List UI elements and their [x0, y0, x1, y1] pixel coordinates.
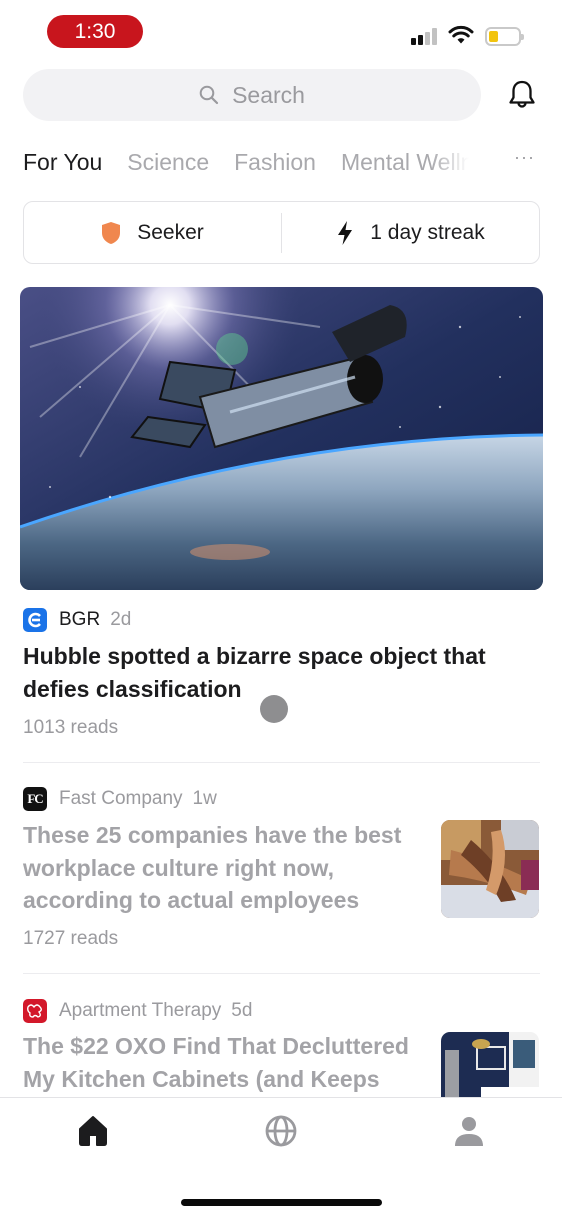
- streak-stat[interactable]: 1 day streak: [282, 202, 539, 263]
- fast-company-logo-icon: FC: [23, 787, 47, 811]
- category-tabs: For You Science Fashion Mental Wellness: [23, 143, 543, 181]
- rank-stat[interactable]: Seeker: [24, 202, 281, 263]
- headline-line: These 25 companies have the best: [23, 822, 402, 848]
- article-divider: [23, 762, 540, 763]
- home-icon[interactable]: [76, 1114, 110, 1148]
- shield-icon: [102, 221, 121, 244]
- tab-mental-wellness[interactable]: Mental Wellness: [341, 149, 469, 176]
- headline-line: defies classification: [23, 675, 242, 702]
- home-indicator[interactable]: [181, 1199, 382, 1206]
- article-hero-image[interactable]: [20, 287, 543, 590]
- more-tabs-button[interactable]: ···: [514, 147, 535, 168]
- tab-for-you[interactable]: For You: [23, 149, 102, 176]
- rank-label: Seeker: [137, 220, 204, 244]
- touch-indicator: [260, 695, 288, 723]
- status-bar: 1:30: [0, 0, 562, 60]
- cellular-signal-icon: [411, 28, 441, 46]
- person-icon[interactable]: [452, 1114, 486, 1148]
- article-source[interactable]: Apartment Therapy 5d: [23, 999, 252, 1023]
- search-icon: [199, 85, 219, 105]
- lightning-bolt-icon: [338, 220, 353, 245]
- headline-line: workplace culture right now,: [23, 854, 334, 881]
- read-count: 1727 reads: [23, 928, 119, 949]
- article-source[interactable]: FC Fast Company 1w: [23, 787, 217, 811]
- article-age: 2d: [110, 609, 132, 630]
- article-age: 1w: [192, 788, 217, 809]
- search-placeholder: Search: [232, 81, 305, 108]
- article-source[interactable]: BGR 2d: [23, 608, 131, 632]
- streak-label: 1 day streak: [370, 220, 485, 244]
- battery-icon: [485, 27, 524, 46]
- tab-fashion[interactable]: Fashion: [234, 149, 316, 176]
- article-divider: [23, 973, 540, 974]
- headline-line: My Kitchen Cabinets (and Keeps: [23, 1065, 380, 1092]
- article-thumbnail[interactable]: [441, 820, 539, 918]
- source-name: Apartment Therapy: [59, 1000, 222, 1021]
- wifi-icon: [448, 25, 474, 44]
- bgr-logo-icon: [23, 608, 47, 632]
- article-headline[interactable]: These 25 companies have the best workpla…: [23, 819, 401, 917]
- headline-line: according to actual employees: [23, 887, 360, 913]
- apartment-therapy-logo-icon: [23, 999, 47, 1023]
- stats-card: Seeker 1 day streak: [23, 201, 540, 264]
- bell-icon[interactable]: [505, 78, 539, 112]
- article-headline[interactable]: Hubble spotted a bizarre space object th…: [23, 640, 486, 705]
- globe-icon[interactable]: [264, 1114, 298, 1148]
- search-input[interactable]: Search: [23, 69, 481, 121]
- source-name: Fast Company: [59, 788, 183, 809]
- read-count: 1013 reads: [23, 717, 119, 738]
- source-name: BGR: [59, 609, 101, 630]
- article-headline[interactable]: The $22 OXO Find That Decluttered My Kit…: [23, 1030, 409, 1095]
- headline-line: The $22 OXO Find That Decluttered: [23, 1033, 409, 1059]
- status-time: 1:30: [47, 15, 143, 48]
- headline-line: Hubble spotted a bizarre space object th…: [23, 643, 486, 669]
- tab-science[interactable]: Science: [127, 149, 209, 176]
- article-age: 5d: [231, 1000, 253, 1021]
